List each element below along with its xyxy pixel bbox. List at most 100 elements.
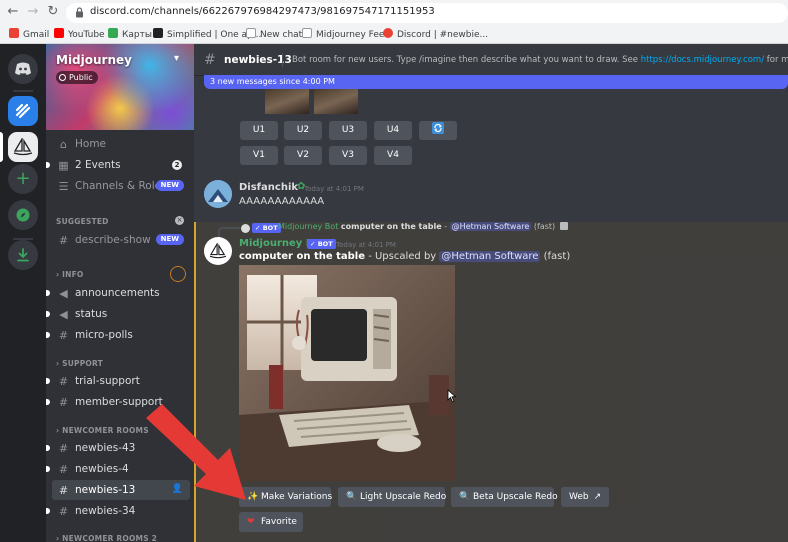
reply-avatar [241, 224, 250, 233]
megaphone-icon: ◀ [59, 286, 68, 300]
address-bar[interactable]: discord.com/channels/662267976984297473/… [66, 3, 788, 23]
hashtag-threads-icon: # [58, 504, 69, 518]
upscale-button-u3[interactable]: U3 [329, 121, 367, 140]
new-messages-banner[interactable]: 3 new messages since 4:00 PM [204, 75, 788, 89]
calendar-icon: ▦ [58, 158, 69, 172]
make-variations-button[interactable]: ✨ Make Variations [239, 487, 332, 507]
upscale-button-u4[interactable]: U4 [374, 121, 412, 140]
category-support[interactable]: › SUPPORT [56, 359, 103, 368]
megaphone-icon: ◀ [59, 307, 68, 321]
back-icon[interactable]: ← [6, 5, 20, 19]
docs-link[interactable]: https://docs.midjourney.com/ [641, 55, 764, 65]
reload-icon[interactable]: ↻ [46, 5, 60, 19]
sidebar-item-home[interactable]: ⌂ Home [52, 134, 190, 154]
refresh-icon [432, 122, 444, 134]
sidebar-item-status[interactable]: ◀ status [46, 304, 190, 324]
hashtag-threads-icon: # [204, 52, 216, 68]
unread-indicator [46, 378, 50, 384]
message-content: computer on the table - Upscaled by @Het… [239, 251, 571, 262]
sidebar-item-events[interactable]: ▦ 2 Events 2 [46, 155, 190, 175]
variation-button-v2[interactable]: V2 [284, 146, 322, 165]
unread-indicator [46, 466, 50, 472]
lock-icon [76, 7, 83, 18]
gmail-icon [9, 28, 19, 38]
server-name[interactable]: Midjourney [56, 53, 132, 67]
reroll-button[interactable] [419, 121, 457, 140]
public-badge: Public [56, 71, 98, 84]
discord-home-icon[interactable] [8, 54, 38, 84]
light-upscale-redo-button[interactable]: 🔍 Light Upscale Redo [338, 487, 446, 507]
unread-indicator [46, 332, 50, 338]
unread-indicator [46, 290, 50, 296]
upscale-button-u1[interactable]: U1 [240, 121, 278, 140]
forward-icon[interactable]: → [26, 5, 40, 19]
sidebar-item-newbies-34[interactable]: # newbies-34 [46, 501, 190, 521]
bookmark-new-chat[interactable]: New chat [246, 28, 302, 40]
url-text: discord.com/channels/662267976984297473/… [90, 6, 435, 17]
unread-indicator [46, 162, 50, 168]
new-badge: NEW [155, 180, 184, 191]
bookmark-midjourney-feed[interactable]: Midjourney Feed [302, 28, 390, 40]
bookmark-gmail[interactable]: Gmail [9, 28, 49, 40]
heart-icon: ❤ [247, 517, 255, 527]
grid-image-thumb[interactable] [314, 89, 358, 114]
avatar[interactable] [204, 180, 232, 208]
youtube-icon [54, 28, 64, 38]
server-stack-icon[interactable] [8, 96, 38, 126]
server-rail: + [0, 44, 46, 542]
header-divider [282, 53, 283, 67]
upscale-button-u2[interactable]: U2 [284, 121, 322, 140]
maps-icon [108, 28, 118, 38]
rail-divider [13, 90, 33, 92]
hashtag-icon: # [58, 328, 69, 342]
unread-indicator [46, 399, 50, 405]
sidebar-item-trial-support[interactable]: # trial-support [46, 371, 190, 391]
download-apps-icon[interactable] [8, 240, 38, 270]
midjourney-server-icon[interactable] [8, 132, 38, 162]
hashtag-threads-icon: # [58, 374, 69, 388]
bookmark-discord[interactable]: Discord | #newbie... [383, 28, 488, 40]
hashtag-icon: # [58, 233, 69, 247]
sidebar-item-describe-show[interactable]: # describe-show NEW [52, 230, 190, 250]
message-author[interactable]: Disfanchik [239, 182, 298, 193]
close-icon[interactable]: × [175, 216, 184, 225]
variation-button-v3[interactable]: V3 [329, 146, 367, 165]
reply-preview[interactable]: Midjourney Bot computer on the table - @… [278, 222, 568, 231]
avatar[interactable] [204, 237, 232, 265]
beta-upscale-redo-button[interactable]: 🔍 Beta Upscale Redo [451, 487, 558, 507]
category-newcomer-rooms[interactable]: › NEWCOMER ROOMS [56, 426, 149, 435]
grid-image-thumb[interactable] [265, 89, 309, 114]
chevron-down-icon[interactable]: ▾ [174, 53, 179, 64]
mouse-cursor-icon [447, 389, 457, 403]
sidebar-item-channels-roles[interactable]: ☰ Channels & Roles NEW [52, 176, 190, 196]
category-newcomer-rooms-2[interactable]: › NEWCOMER ROOMS 2 [56, 534, 157, 542]
favorite-button[interactable]: ❤ Favorite [239, 512, 303, 532]
explore-servers-icon[interactable] [8, 200, 38, 230]
discord-bookmark-icon [383, 28, 393, 38]
sidebar-item-micro-polls[interactable]: # micro-polls [46, 325, 190, 345]
chat-main: # newbies-13 Bot room for new users. Typ… [194, 44, 788, 542]
web-link-button[interactable]: Web ↗ [561, 487, 609, 507]
browser-chrome: ← → ↻ discord.com/channels/6622679769842… [0, 0, 788, 44]
bookmark-youtube[interactable]: YouTube [54, 28, 105, 40]
unread-indicator [46, 311, 50, 317]
bookmark-maps[interactable]: Карты [108, 28, 152, 40]
message-timestamp: Today at 4:01 PM [304, 185, 364, 193]
upscaled-image[interactable] [239, 265, 455, 481]
page-icon [246, 28, 256, 38]
event-count-badge: 2 [172, 160, 182, 170]
bot-tag: ✓ BOT [252, 223, 281, 233]
cursor-ring-icon [170, 266, 186, 282]
message-content: AAAAAAAAAAAA [239, 196, 325, 207]
external-link-icon: ↗ [593, 492, 602, 502]
hashtag-threads-icon: # [58, 395, 69, 409]
hashtag-threads-icon: # [58, 483, 69, 497]
hashtag-threads-icon: # [58, 441, 69, 455]
category-info[interactable]: › INFO [56, 270, 83, 279]
variation-button-v1[interactable]: V1 [240, 146, 278, 165]
sidebar-item-announcements[interactable]: ◀ announcements [46, 283, 190, 303]
add-server-icon[interactable]: + [8, 164, 38, 194]
hashtag-threads-icon: # [58, 462, 69, 476]
new-badge: NEW [155, 234, 184, 245]
variation-button-v4[interactable]: V4 [374, 146, 412, 165]
